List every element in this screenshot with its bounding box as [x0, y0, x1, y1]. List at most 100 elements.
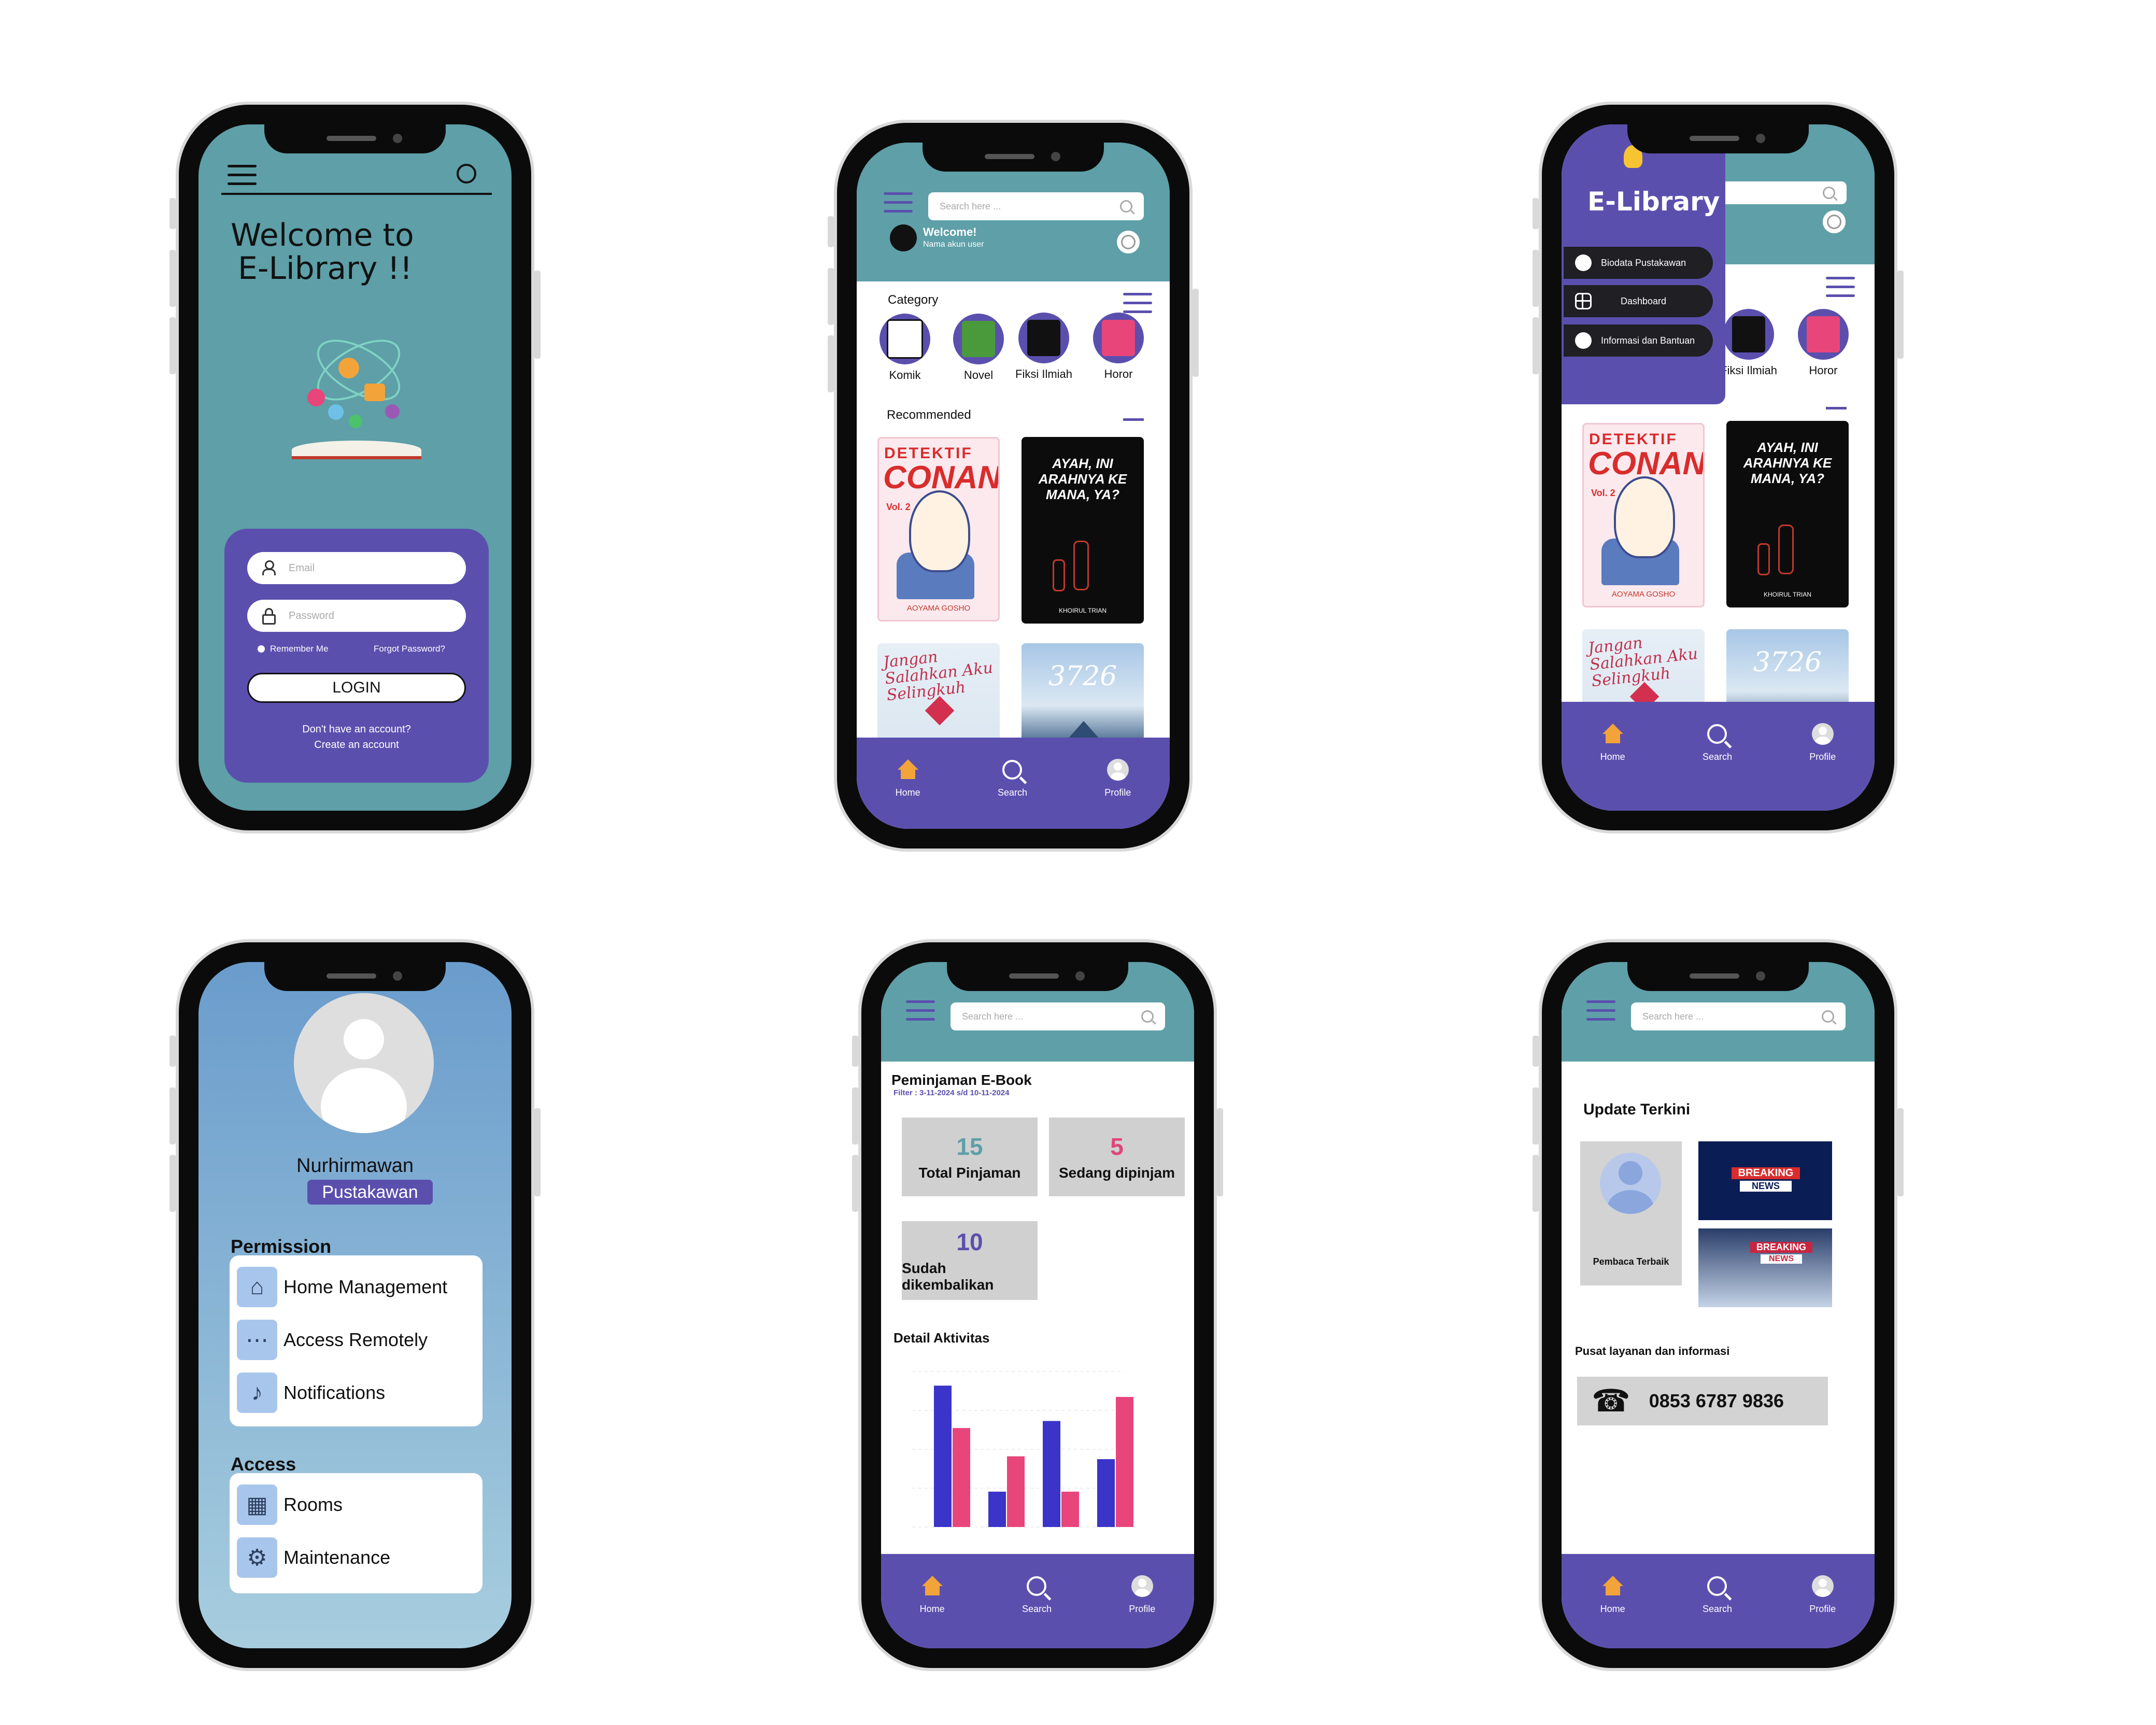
book-cover-conan[interactable]: DETEKTIF CONAN Vol. 2 AOYAMA GOSHO — [1582, 423, 1705, 607]
nav-profile[interactable]: Profile — [1104, 757, 1131, 798]
perm-notifications[interactable]: ♪ Notifications — [237, 1373, 385, 1413]
bell-icon[interactable] — [1823, 210, 1846, 233]
login-button[interactable]: LOGIN — [247, 673, 466, 703]
category-label-horor: Horor — [1104, 367, 1133, 380]
menu-icon[interactable] — [228, 165, 257, 186]
nav-search[interactable]: Search — [998, 757, 1027, 798]
profile-icon — [1811, 1575, 1834, 1597]
nav-profile[interactable]: Profile — [1809, 1574, 1836, 1615]
account-name: Nama akun user — [923, 240, 984, 249]
category-label-fiksi: Fiksi Ilmiah — [1015, 367, 1073, 380]
search-input[interactable] — [1717, 181, 1847, 204]
category-fiksi-ilmiah[interactable]: Fiksi Ilmiah — [1720, 309, 1777, 377]
nav-search[interactable]: Search — [1022, 1574, 1052, 1615]
chart-bar — [953, 1428, 970, 1527]
category-label: Category — [888, 293, 939, 307]
search-input[interactable]: Search here ... — [928, 192, 1144, 220]
email-placeholder: Email — [289, 562, 315, 574]
perm-home-management[interactable]: ⌂ Home Management — [237, 1267, 447, 1307]
news-thumb-2[interactable]: BREAKING NEWS — [1698, 1228, 1832, 1307]
menu-icon[interactable] — [906, 1000, 935, 1021]
novel-icon — [962, 321, 995, 357]
home-icon — [897, 759, 918, 780]
nav-home[interactable]: Home — [920, 1574, 945, 1615]
book-cover-3726[interactable]: 3726 — [1022, 643, 1144, 747]
phone-contact[interactable]: ☎ 0853 6787 9836 — [1577, 1377, 1828, 1425]
password-field[interactable]: Password — [247, 600, 466, 632]
jangan-title: Jangan Salahkan Aku Selingkuh — [882, 647, 994, 705]
search-input[interactable]: Search here ... — [1631, 1002, 1846, 1030]
nav-profile-label: Profile — [1809, 752, 1836, 762]
nav-search-label: Search — [1702, 752, 1732, 762]
access-rooms[interactable]: ▦ Rooms — [237, 1484, 343, 1525]
nav-search[interactable]: Search — [1703, 722, 1732, 762]
menu-icon[interactable] — [1586, 1000, 1615, 1021]
library-illustration — [287, 327, 427, 466]
search-icon — [1120, 200, 1132, 213]
perm-label: Home Management — [283, 1276, 448, 1297]
category-menu-icon[interactable] — [1826, 277, 1855, 298]
reader-avatar — [1600, 1153, 1661, 1214]
drawer-item-dashboard[interactable]: Dashboard — [1564, 285, 1713, 317]
book-cover-ayah[interactable]: AYAH, INI ARAHNYA KE MANA, YA? KHOIRUL TR… — [1726, 421, 1849, 607]
category-label-fiksi: Fiksi Ilmiah — [1720, 364, 1778, 377]
nav-home-label: Home — [1600, 1604, 1625, 1614]
share-icon: ⋯ — [237, 1320, 277, 1360]
sky-title: 3726 — [1753, 647, 1822, 678]
perm-access-remotely[interactable]: ⋯ Access Remotely — [237, 1320, 428, 1360]
category-horor[interactable]: Horor — [1093, 313, 1144, 381]
book-cover-jangan[interactable]: Jangan Salahkan Aku Selingkuh — [877, 643, 1000, 747]
news-label: NEWS — [1761, 1254, 1802, 1264]
search-icon — [1707, 724, 1727, 744]
phone-number: 0853 6787 9836 — [1649, 1390, 1784, 1411]
drawer-item-biodata[interactable]: Biodata Pustakawan — [1564, 247, 1713, 279]
search-icon[interactable] — [457, 164, 476, 183]
recommended-menu-icon[interactable] — [1826, 407, 1847, 409]
recommended-menu-icon[interactable] — [1123, 418, 1144, 421]
news-thumb-1[interactable]: BREAKING NEWS — [1698, 1141, 1832, 1220]
create-account-link[interactable]: Create an account — [224, 737, 489, 753]
ayah-title: AYAH, INI ARAHNYA KE MANA, YA? — [1743, 440, 1832, 486]
side-drawer: E-Library Biodata Pustakawan Dashboard I… — [1562, 124, 1725, 404]
stat-value: 10 — [956, 1228, 983, 1255]
profile-icon — [1107, 759, 1129, 781]
nav-profile[interactable]: Profile — [1809, 722, 1836, 762]
book-cover-ayah[interactable]: AYAH, INI ARAHNYA KE MANA, YA? KHOIRUL TR… — [1022, 437, 1144, 624]
category-label-novel: Novel — [963, 369, 994, 381]
best-reader-card[interactable]: Pembaca Terbaik — [1580, 1141, 1682, 1285]
welcome-line1: Welcome to — [231, 217, 414, 253]
nav-profile[interactable]: Profile — [1129, 1574, 1155, 1615]
category-novel[interactable]: Novel — [953, 314, 1004, 382]
nav-home[interactable]: Home — [1600, 722, 1625, 762]
book-cover-conan[interactable]: DETEKTIF CONAN Vol. 2 AOYAMA GOSHO — [877, 437, 1000, 621]
drawer-item-info[interactable]: Informasi dan Bantuan — [1564, 324, 1713, 357]
conan-author: AOYAMA GOSHO — [906, 604, 971, 613]
nav-search[interactable]: Search — [1703, 1574, 1732, 1615]
conan-vol: Vol. 2 — [1591, 488, 1615, 498]
bell-icon: ♪ — [237, 1373, 277, 1413]
menu-icon[interactable] — [884, 192, 913, 213]
category-komik[interactable]: Komik — [880, 314, 930, 382]
profile-avatar — [294, 993, 434, 1133]
conan-author: AOYAMA GOSHO — [1611, 590, 1676, 599]
category-fiksi-ilmiah[interactable]: Fiksi Ilmiah — [1015, 313, 1072, 381]
search-input[interactable]: Search here ... — [951, 1002, 1165, 1030]
access-maintenance[interactable]: ⚙ Maintenance — [237, 1537, 390, 1578]
chart-bar — [1116, 1397, 1133, 1527]
forgot-password-link[interactable]: Forgot Password? — [374, 644, 445, 654]
search-placeholder: Search here ... — [1642, 1011, 1704, 1022]
bell-icon[interactable] — [1117, 231, 1140, 253]
remember-me-label: Remember Me — [270, 644, 329, 654]
nav-home[interactable]: Home — [1600, 1574, 1625, 1615]
house-icon: ⌂ — [237, 1267, 277, 1307]
category-menu-icon[interactable] — [1123, 293, 1152, 314]
email-field[interactable]: Email — [247, 552, 466, 584]
access-label: Rooms — [283, 1494, 343, 1515]
nav-home[interactable]: Home — [896, 757, 920, 798]
phone-drawer: Fiksi Ilmiah Horor DETEKTIF CONAN Vol. 2 AO… — [1533, 105, 1904, 830]
user-icon — [1575, 254, 1592, 271]
category-horor[interactable]: Horor — [1798, 309, 1849, 377]
access-card: ▦ Rooms ⚙ Maintenance — [230, 1473, 483, 1593]
remember-me-checkbox[interactable]: Remember Me — [258, 644, 328, 654]
drawer-item-label: Biodata Pustakawan — [1601, 257, 1686, 268]
